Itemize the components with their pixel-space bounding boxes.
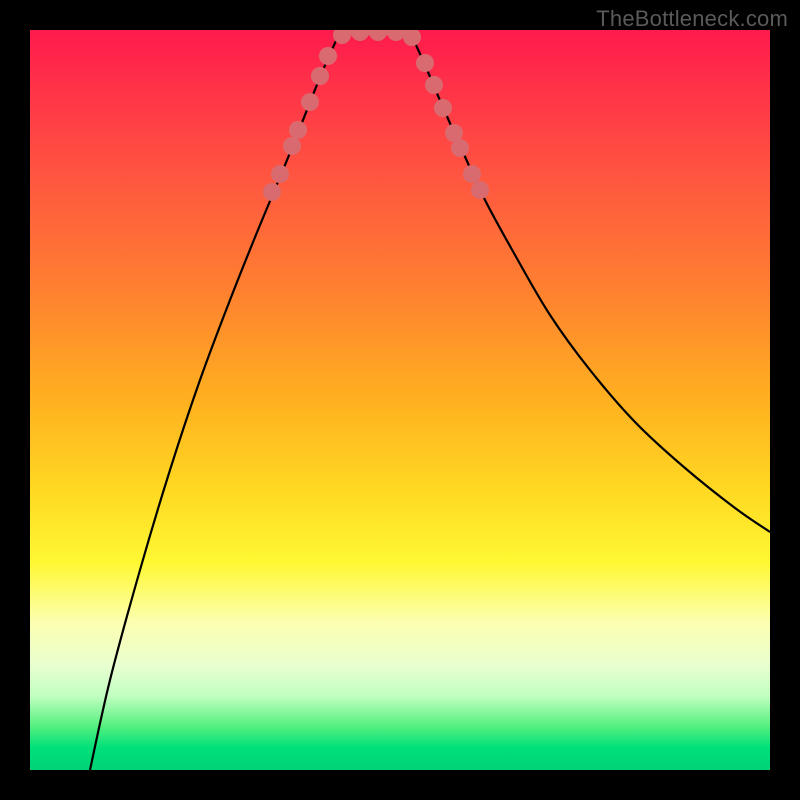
highlight-dot (289, 121, 307, 139)
highlight-dot (416, 54, 434, 72)
highlight-dot (369, 30, 387, 41)
highlight-dot (425, 76, 443, 94)
highlight-dot (471, 181, 489, 199)
highlight-dot (283, 137, 301, 155)
chart-plot-area (30, 30, 770, 770)
highlight-dot (463, 165, 481, 183)
watermark-text: TheBottleneck.com (596, 6, 788, 32)
curve-right-branch (410, 32, 770, 532)
chart-svg (30, 30, 770, 770)
curve-left-branch (90, 32, 340, 770)
highlight-dot (451, 139, 469, 157)
highlight-dot (351, 30, 369, 41)
highlight-dot (434, 99, 452, 117)
highlight-dot (403, 30, 421, 46)
highlight-dot (263, 183, 281, 201)
highlight-dot (311, 67, 329, 85)
highlight-dot (387, 30, 405, 41)
highlight-dot (301, 93, 319, 111)
highlight-dot (271, 165, 289, 183)
highlight-dot (319, 47, 337, 65)
